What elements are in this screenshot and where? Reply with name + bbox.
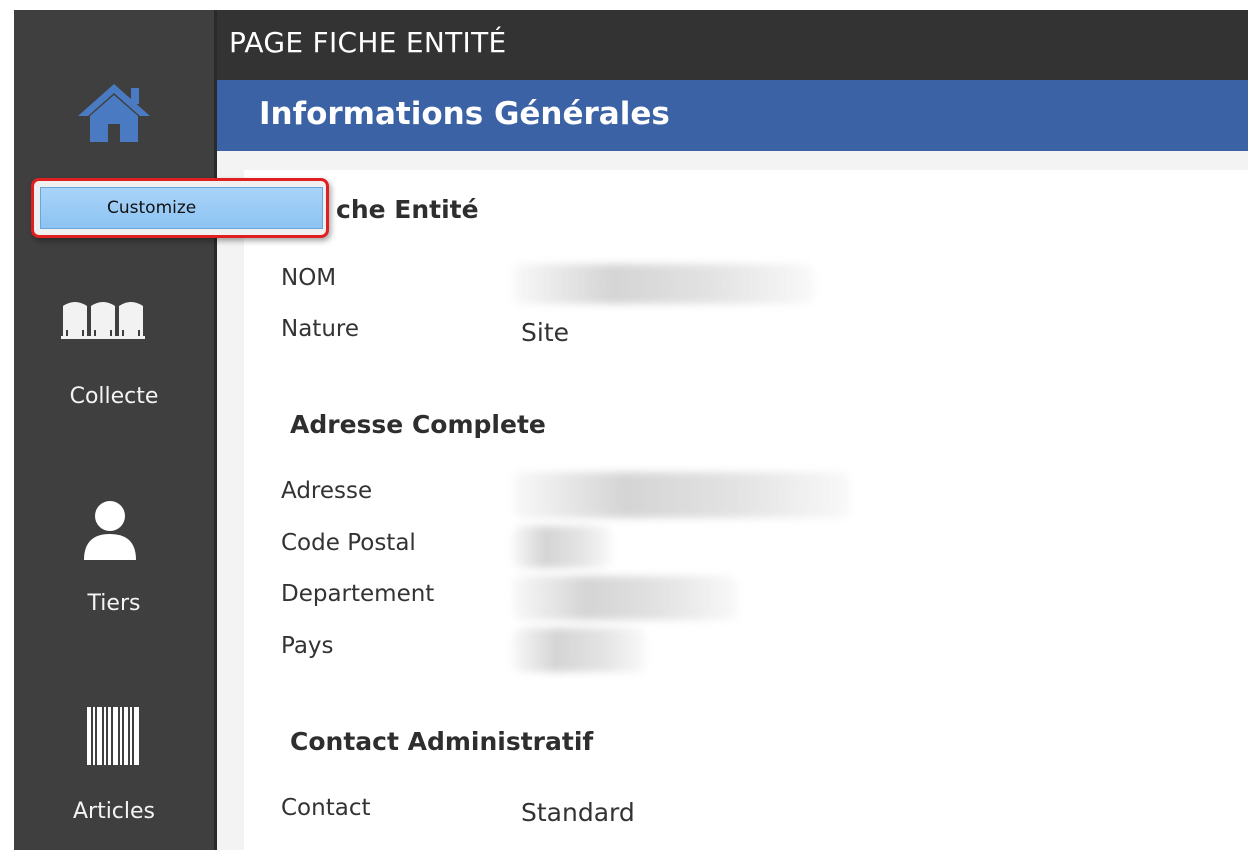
group-title-fiche-entite: che Entité (336, 195, 479, 224)
silos-icon (61, 302, 145, 339)
window-frame-left (0, 0, 14, 850)
page-title: PAGE FICHE ENTITÉ (229, 26, 507, 59)
person-icon (84, 501, 136, 560)
sidebar-item-articles[interactable]: Articles (14, 705, 214, 840)
window-frame-top (0, 0, 1248, 10)
barcode-icon (87, 707, 139, 765)
context-menu: Customize (31, 178, 329, 238)
field-label-departement: Departement (281, 581, 435, 607)
field-value-contact: Standard (521, 798, 635, 827)
home-icon (78, 84, 150, 142)
field-value-pays-redacted (512, 628, 646, 672)
field-label-adresse: Adresse (281, 478, 373, 504)
field-value-adresse-redacted (512, 472, 850, 518)
sidebar-item-tiers[interactable]: Tiers (14, 495, 214, 625)
menu-item-label: Customize (107, 198, 197, 218)
section-header: Informations Générales (217, 80, 1248, 151)
sidebar-item-collecte[interactable]: Collecte (14, 296, 214, 426)
field-label-pays: Pays (281, 633, 334, 659)
sidebar-item-label: Articles (72, 799, 156, 824)
sidebar-item-home[interactable] (14, 80, 214, 150)
page-header: PAGE FICHE ENTITÉ (217, 10, 1248, 80)
field-label-contact: Contact (281, 795, 371, 821)
field-value-departement-redacted (512, 576, 738, 620)
menu-item-customize[interactable]: Customize (40, 187, 323, 229)
section-title: Informations Générales (259, 96, 670, 132)
sidebar-item-label: Collecte (69, 384, 159, 409)
field-label-code-postal: Code Postal (281, 530, 416, 556)
field-value-code-postal-redacted (512, 526, 612, 568)
sidebar-item-label: Tiers (87, 591, 141, 616)
field-label-nature: Nature (281, 316, 359, 342)
group-title-contact: Contact Administratif (290, 727, 594, 756)
field-label-nom: NOM (281, 265, 337, 291)
field-value-nom-redacted (512, 264, 814, 304)
group-title-adresse: Adresse Complete (290, 410, 546, 439)
field-value-nature: Site (521, 318, 569, 347)
